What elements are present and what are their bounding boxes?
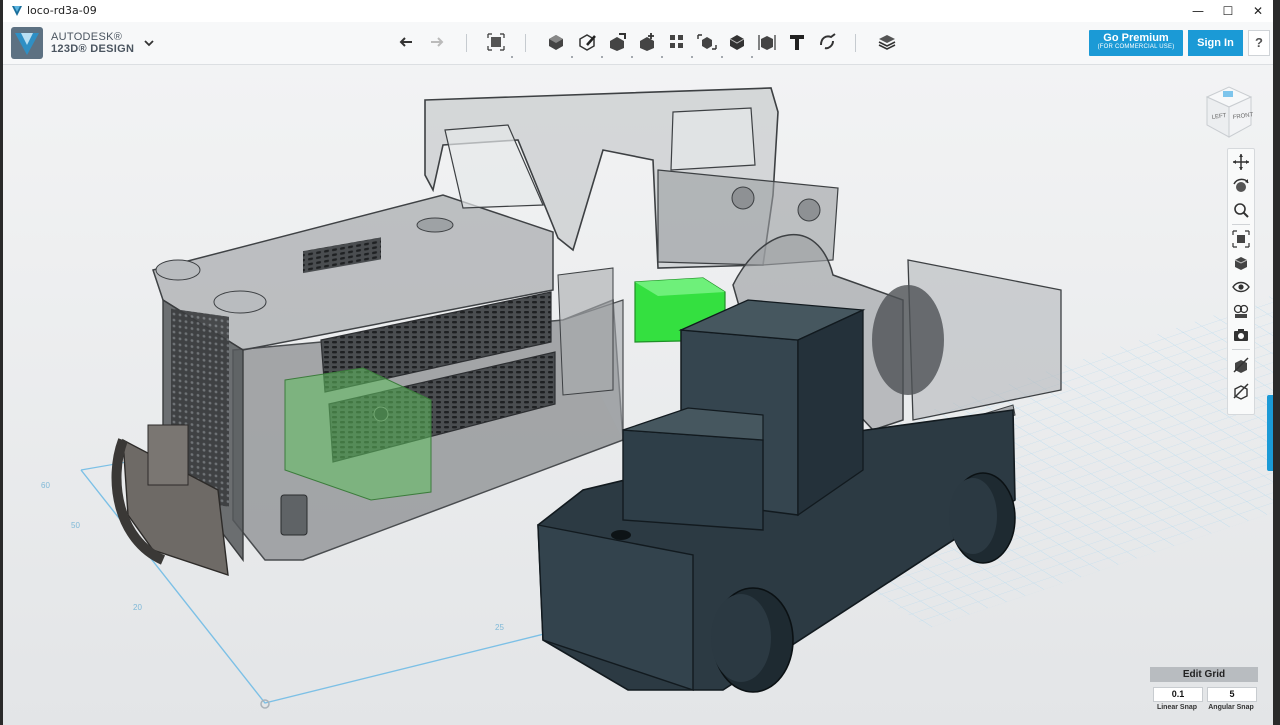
premium-label: Go Premium — [1103, 32, 1169, 44]
grid-settings-panel: Edit Grid 0.1 5 Linear Snap Angular Snap — [1150, 667, 1260, 719]
pattern-button[interactable] — [666, 31, 688, 53]
text-icon — [790, 35, 804, 50]
material-icon — [878, 35, 896, 50]
combine-icon — [729, 35, 745, 50]
nav-separator — [1232, 349, 1250, 350]
undo-button[interactable] — [396, 31, 418, 53]
eye-icon — [1232, 281, 1250, 293]
primitives-button[interactable] — [545, 31, 567, 53]
sketch-icon — [579, 34, 596, 51]
toolbar-separator — [466, 34, 467, 52]
modify-button[interactable] — [636, 31, 658, 53]
orbit-button[interactable] — [1231, 176, 1251, 196]
combine-button[interactable] — [726, 31, 748, 53]
window-title: loco-rd3a-09 — [27, 4, 97, 17]
outline-view-icon — [1233, 383, 1249, 400]
construct-icon — [610, 33, 626, 51]
app-logo-icon — [12, 6, 22, 16]
zoom-icon — [1234, 203, 1249, 218]
text-button[interactable] — [786, 31, 808, 53]
title-bar: loco-rd3a-09 — ☐ ✕ — [3, 0, 1273, 23]
go-premium-button[interactable]: Go Premium (FOR COMMERCIAL USE) — [1089, 30, 1183, 56]
measure-button[interactable] — [756, 31, 778, 53]
redo-button[interactable] — [425, 31, 447, 53]
material-button[interactable] — [876, 31, 898, 53]
side-panel-tab[interactable] — [1267, 395, 1273, 471]
dropdown-dot — [511, 56, 513, 58]
undo-icon — [399, 37, 412, 47]
angular-snap-label: Angular Snap — [1208, 704, 1254, 711]
edit-grid-button[interactable]: Edit Grid — [1150, 667, 1258, 682]
dropdown-dot — [721, 56, 723, 58]
fit-button[interactable] — [1231, 229, 1251, 249]
scene-canvas: 60 50 20 25 — [41, 87, 1273, 709]
modify-icon — [640, 33, 654, 51]
brand-line-1: AUTODESK® — [51, 31, 123, 43]
dropdown-dot — [571, 56, 573, 58]
grid-label-25: 25 — [495, 623, 504, 632]
premium-sublabel: (FOR COMMERCIAL USE) — [1097, 44, 1175, 50]
maximize-button[interactable]: ☐ — [1213, 0, 1243, 22]
dropdown-dot — [661, 56, 663, 58]
orbit-icon — [1233, 178, 1249, 192]
brand-line-2: 123D® DESIGN — [51, 43, 135, 55]
perspective-button[interactable] — [1231, 253, 1251, 273]
outline-view-button[interactable] — [1231, 381, 1251, 401]
perspective-icon — [1234, 257, 1248, 270]
close-button[interactable]: ✕ — [1243, 0, 1273, 22]
dropdown-dot — [691, 56, 693, 58]
primitives-icon — [549, 35, 563, 50]
app-window: loco-rd3a-09 — ☐ ✕ AUTODESK® 123D® DESIG… — [3, 0, 1273, 725]
nav-separator — [1232, 224, 1250, 225]
grouping-button[interactable] — [696, 31, 718, 53]
fit-icon — [1232, 230, 1250, 248]
pan-button[interactable] — [1231, 152, 1251, 172]
angular-snap-field[interactable]: 5 — [1207, 687, 1257, 702]
sign-in-button[interactable]: Sign In — [1188, 30, 1243, 56]
zoom-button[interactable] — [1231, 200, 1251, 220]
minimize-button[interactable]: — — [1183, 0, 1213, 22]
measure-icon — [758, 35, 776, 50]
navigation-bar — [1227, 148, 1255, 415]
view-cube[interactable]: LEFT FRONT — [1199, 79, 1257, 139]
toolbar-separator — [855, 34, 856, 52]
dropdown-dot — [631, 56, 633, 58]
construct-button[interactable] — [606, 31, 628, 53]
render-mode-icon — [1233, 304, 1249, 318]
autodesk-logo-icon — [11, 27, 43, 59]
grid-label-60: 60 — [41, 481, 50, 490]
sketch-button[interactable] — [576, 31, 598, 53]
toolbar-separator — [525, 34, 526, 52]
pattern-icon — [670, 35, 683, 48]
snapshot-button[interactable] — [1231, 325, 1251, 345]
redo-icon — [431, 37, 444, 47]
help-button[interactable]: ? — [1248, 30, 1270, 56]
pan-icon — [1233, 154, 1249, 170]
dropdown-dot — [601, 56, 603, 58]
grouping-icon — [697, 34, 717, 50]
chevron-down-icon[interactable] — [141, 35, 157, 51]
visibility-button[interactable] — [1231, 277, 1251, 297]
grid-label-50: 50 — [71, 521, 80, 530]
snap-icon — [820, 33, 836, 50]
main-toolbar: AUTODESK® 123D® DESIGN Go Premium (FOR C… — [3, 22, 1273, 65]
render-mode-button[interactable] — [1231, 301, 1251, 321]
material-view-button[interactable] — [1231, 355, 1251, 375]
linear-snap-label: Linear Snap — [1156, 704, 1198, 711]
linear-snap-field[interactable]: 0.1 — [1153, 687, 1203, 702]
camera-icon — [1234, 329, 1248, 341]
transform-icon — [487, 33, 505, 51]
dropdown-dot — [751, 56, 753, 58]
material-view-icon — [1233, 357, 1249, 373]
transform-button[interactable] — [485, 31, 507, 53]
snap-button[interactable] — [816, 31, 838, 53]
grid-label-20: 20 — [133, 603, 142, 612]
3d-viewport[interactable]: 60 50 20 25 LEFT FRONT Edit Grid 0.1 5 L… — [3, 65, 1273, 725]
